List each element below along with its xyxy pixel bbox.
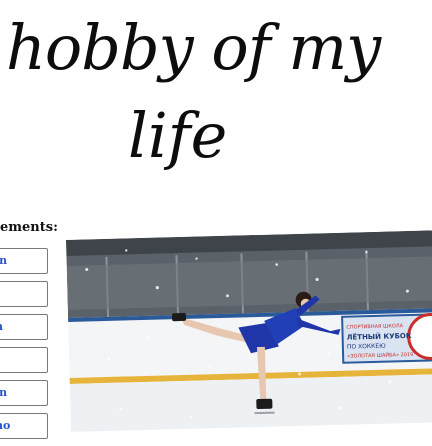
skater-photo: СПОРТИВНАЯ ШКОЛА ЛЁТНЫЙ КУБОК ПО ХОККЕЮ … xyxy=(66,230,432,432)
element-link-3[interactable]: n xyxy=(0,314,48,340)
rink-banner: СПОРТИВНАЯ ШКОЛА ЛЁТНЫЙ КУБОК ПО ХОККЕЮ … xyxy=(341,312,432,364)
element-link-4[interactable] xyxy=(0,347,48,373)
element-link-1[interactable]: in xyxy=(0,248,48,274)
title-line-1: hobby of my xyxy=(6,11,381,84)
element-link-6[interactable]: ho xyxy=(0,413,48,439)
element-link-5[interactable]: in xyxy=(0,380,48,406)
skater-photo-image: СПОРТИВНАЯ ШКОЛА ЛЁТНЫЙ КУБОК ПО ХОККЕЮ … xyxy=(66,230,432,432)
banner-line-3: ПО ХОККЕЮ xyxy=(347,343,386,351)
ice-surface xyxy=(69,374,432,432)
element-link-2[interactable] xyxy=(0,281,48,307)
title-line-2: life xyxy=(128,99,228,172)
elements-heading: ements: xyxy=(0,220,58,235)
banner-line-2: ЛЁТНЫЙ КУБОК xyxy=(347,331,412,342)
element-list: in n in ho xyxy=(0,248,48,446)
page-title: hobby of my life xyxy=(0,0,432,200)
